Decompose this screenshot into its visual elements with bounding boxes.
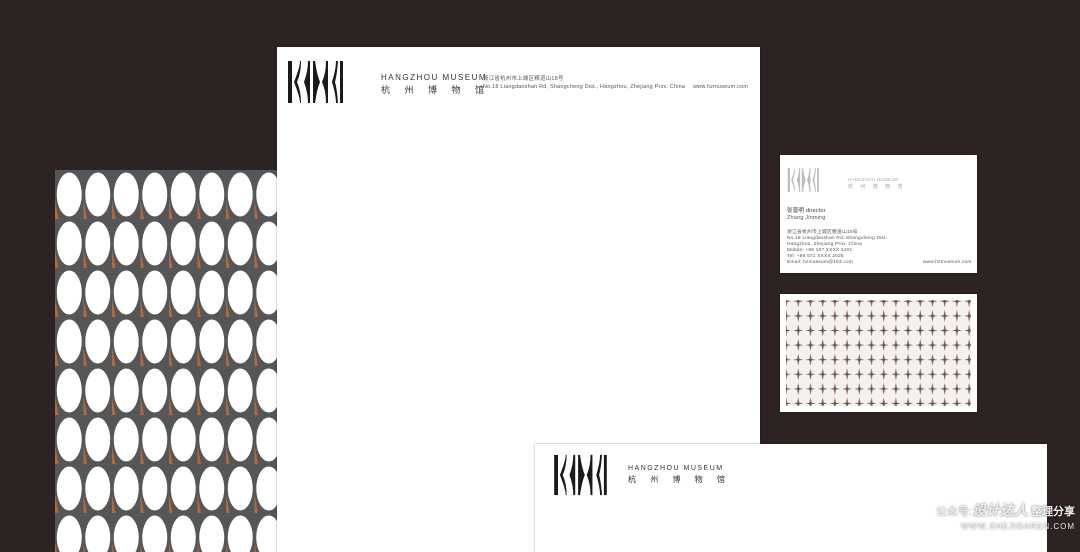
business-card-back: [780, 294, 977, 412]
card-detail-line: Mobile: +86 187 XXXX 1401: [787, 248, 853, 253]
card-logo-text-cn: 杭 州 博 物 馆: [848, 184, 906, 190]
business-card-front: HANGZHOU MUSEUM 杭 州 博 物 馆 张晋明 director Z…: [780, 155, 977, 273]
watermark: 公众号:设计达人 整理分享 WWW.SHEJIDAREN.COM: [910, 500, 1075, 531]
address-cn: 浙江省杭州市上城区粮道山18号: [483, 76, 564, 82]
watermark-name: 设计达人: [971, 502, 1028, 518]
watermark-prefix: 公众号:: [935, 506, 972, 518]
oval-pattern: [55, 170, 290, 552]
card-logo-icon: [786, 167, 820, 193]
diamond-pattern: [786, 300, 971, 406]
card-detail-line: Tel: +86 571 XXXX 2026: [787, 254, 844, 259]
card-name-pinyin: Zhang Jinming: [787, 215, 826, 221]
envelope-logo-text-en: HANGZHOU MUSEUM: [628, 465, 724, 472]
watermark-line2: WWW.SHEJIDAREN.COM: [961, 522, 1075, 531]
watermark-suffix: 整理分享: [1031, 506, 1075, 518]
card-website: www.hzmuseum.com: [923, 260, 972, 265]
pattern-folder: [55, 170, 290, 552]
logo-text-en: HANGZHOU MUSEUM: [381, 73, 488, 82]
card-detail-line: 浙江省杭州市上城区粮道山18号: [787, 230, 858, 235]
logo-text-cn: 杭 州 博 物 馆: [381, 85, 491, 95]
watermark-line1: 公众号:设计达人 整理分享: [910, 500, 1075, 520]
address-en: No.18 Liangdaoshan Rd, Shangcheng Dist.,…: [483, 84, 686, 90]
envelope-logo-text-cn: 杭 州 博 物 馆: [628, 475, 731, 484]
website: www.hzmuseum.com: [693, 84, 749, 90]
card-detail-line: No.18 Liangdaoshan Rd, Shangcheng Dist.: [787, 236, 888, 241]
envelope-logo-icon: [545, 453, 615, 497]
museum-logo-icon: [286, 59, 344, 105]
card-detail-line: Hangzhou, Zhejiang Prov. China: [787, 242, 862, 247]
card-name: 张晋明 director: [787, 208, 826, 214]
card-detail-line: Email: hzmuseum@163.com: [787, 260, 853, 265]
envelope: HANGZHOU MUSEUM 杭 州 博 物 馆: [535, 444, 1047, 552]
card-logo-text-en: HANGZHOU MUSEUM: [848, 177, 898, 182]
